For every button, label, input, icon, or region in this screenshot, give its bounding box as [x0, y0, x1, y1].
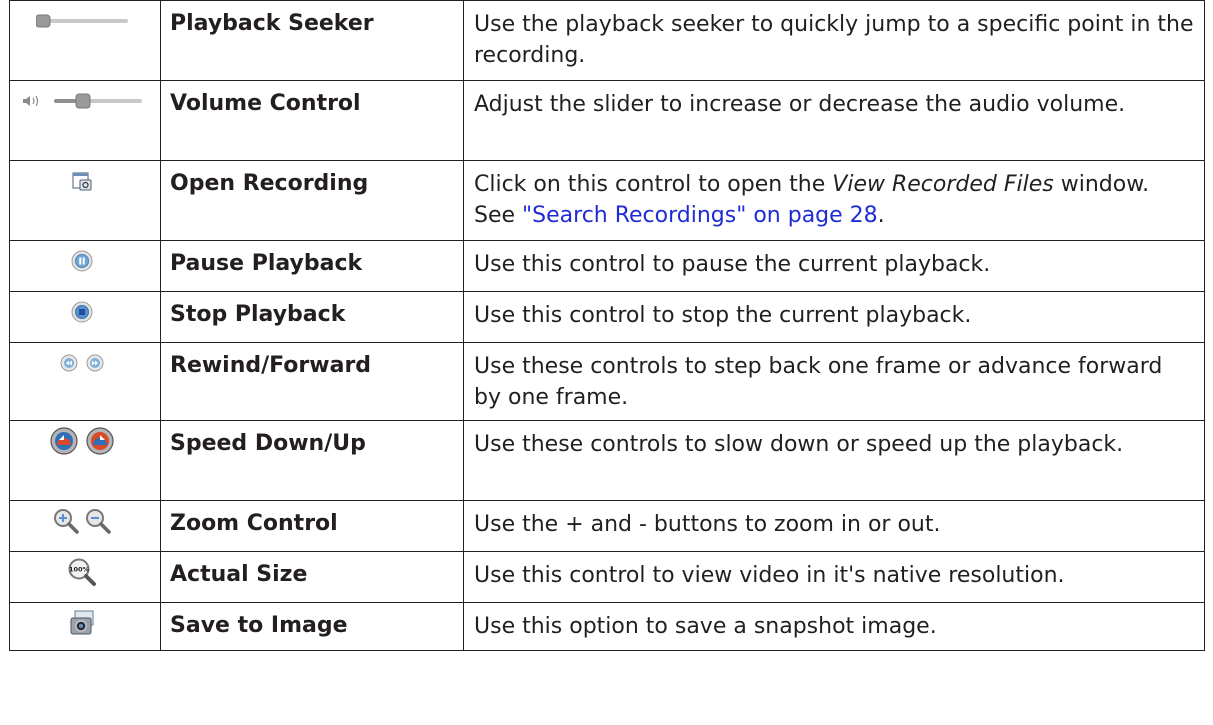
- speed-up-icon: [86, 427, 114, 455]
- table-row: Save to Image Use this option to save a …: [9, 602, 1205, 651]
- rewind-icon: [60, 354, 78, 372]
- control-name: Stop Playback: [160, 291, 464, 343]
- control-name: Volume Control: [160, 80, 464, 161]
- table-row: Volume Control Adjust the slider to incr…: [9, 80, 1205, 161]
- icon-cell: [9, 80, 161, 161]
- control-description: Use these controls to slow down or speed…: [463, 420, 1205, 501]
- search-recordings-link[interactable]: "Search Recordings" on page 28: [522, 203, 878, 228]
- table-row: Playback Seeker Use the playback seeker …: [9, 0, 1205, 81]
- control-description: Adjust the slider to increase or decreas…: [463, 80, 1205, 161]
- control-description: Use these controls to step back one fram…: [463, 342, 1205, 421]
- zoom-out-icon: [85, 508, 111, 534]
- control-description: Use the + and - buttons to zoom in or ou…: [463, 500, 1205, 552]
- stop-icon: [71, 301, 93, 323]
- desc-text: .: [877, 203, 885, 228]
- icon-cell: [9, 0, 161, 81]
- icon-cell: [9, 291, 161, 343]
- open-recording-icon: [72, 171, 92, 191]
- actual-size-icon-text: 100%: [69, 566, 90, 574]
- control-name: Speed Down/Up: [160, 420, 464, 501]
- control-description: Use the playback seeker to quickly jump …: [463, 0, 1205, 81]
- actual-size-icon: 100%: [68, 558, 96, 586]
- icon-cell: [9, 240, 161, 292]
- table-row: Open Recording Click on this control to …: [9, 160, 1205, 241]
- icon-cell: [9, 342, 161, 421]
- desc-text: Click on this control to open the: [474, 172, 833, 197]
- control-name: Playback Seeker: [160, 0, 464, 81]
- desc-emphasis: View Recorded Files: [832, 172, 1054, 197]
- control-name: Open Recording: [160, 160, 464, 241]
- controls-table: Playback Seeker Use the playback seeker …: [9, 0, 1205, 651]
- control-name: Save to Image: [160, 602, 464, 651]
- icon-cell: 100%: [9, 551, 161, 603]
- control-name: Pause Playback: [160, 240, 464, 292]
- table-row: Zoom Control Use the + and - buttons to …: [9, 500, 1205, 552]
- icon-cell: [9, 160, 161, 241]
- table-row: Speed Down/Up Use these controls to slow…: [9, 420, 1205, 501]
- snapshot-camera-icon: [69, 610, 95, 636]
- forward-icon: [86, 354, 104, 372]
- zoom-in-icon: [53, 508, 79, 534]
- control-description: Use this control to stop the current pla…: [463, 291, 1205, 343]
- table-row: Rewind/Forward Use these controls to ste…: [9, 342, 1205, 421]
- seeker-slider-icon: [36, 14, 128, 28]
- pause-icon: [71, 250, 93, 272]
- control-description: Click on this control to open the View R…: [463, 160, 1205, 241]
- icon-cell: [9, 602, 161, 651]
- control-name: Actual Size: [160, 551, 464, 603]
- control-name: Zoom Control: [160, 500, 464, 552]
- speed-down-icon: [50, 427, 78, 455]
- control-description: Use this control to pause the current pl…: [463, 240, 1205, 292]
- table-row: 100% Actual Size Use this control to vie…: [9, 551, 1205, 603]
- control-description: Use this option to save a snapshot image…: [463, 602, 1205, 651]
- volume-slider-icon: [54, 93, 142, 109]
- table-row: Pause Playback Use this control to pause…: [9, 240, 1205, 292]
- icon-cell: [9, 500, 161, 552]
- icon-cell: [9, 420, 161, 501]
- control-name: Rewind/Forward: [160, 342, 464, 421]
- table-row: Stop Playback Use this control to stop t…: [9, 291, 1205, 343]
- speaker-icon: [22, 94, 40, 108]
- control-description: Use this control to view video in it's n…: [463, 551, 1205, 603]
